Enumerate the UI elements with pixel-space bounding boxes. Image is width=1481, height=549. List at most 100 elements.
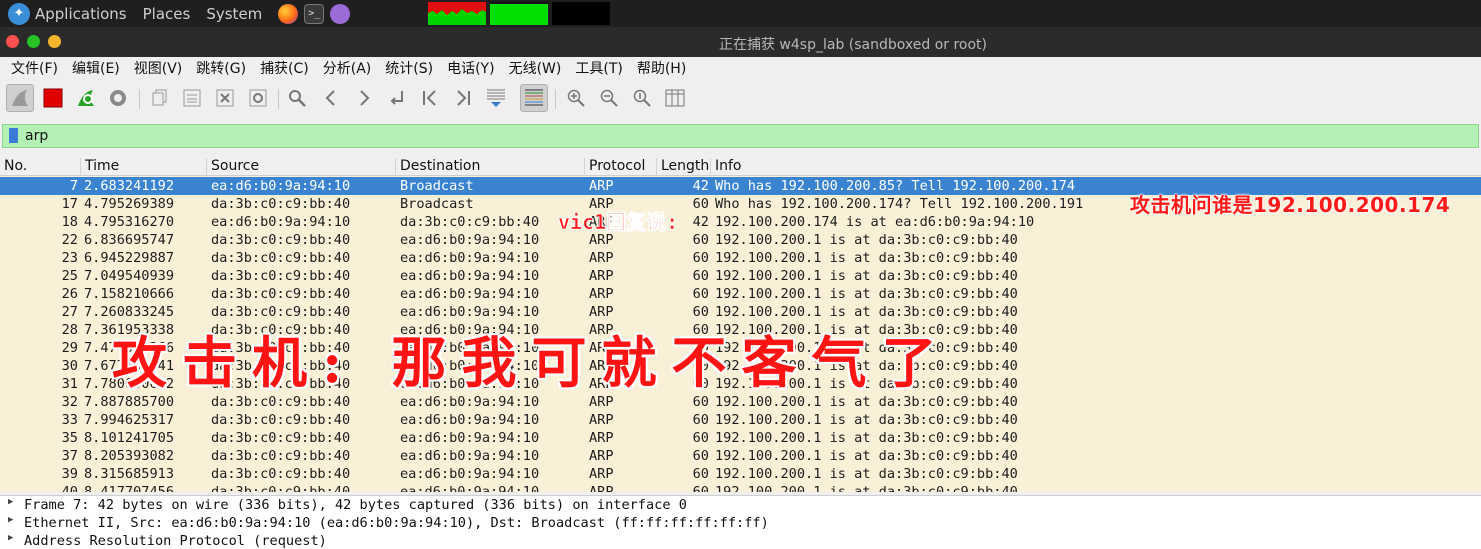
detail-text: Ethernet II, Src: ea:d6:b0:9a:94:10 (ea:… [24, 515, 769, 531]
first-packet-button[interactable] [416, 84, 444, 112]
menu-view[interactable]: 视图(V) [134, 58, 183, 78]
open-file-button[interactable] [146, 84, 174, 112]
detail-tree-item[interactable]: ▶ Frame 7: 42 bytes on wire (336 bits), 4… [0, 496, 1481, 514]
packet-cell-info: 192.100.200.174 is at ea:d6:b0:9a:94:10 [715, 214, 1035, 230]
packet-row[interactable]: 37 8.205393082 da:3b:c0:c9:bb:40 ea:d6:b0:9… [0, 447, 1481, 465]
bookmark-icon[interactable] [9, 128, 18, 143]
goto-packet-button[interactable] [383, 84, 411, 112]
save-file-button[interactable] [178, 84, 206, 112]
zoom-out-button[interactable] [595, 84, 623, 112]
expand-arrow-icon[interactable]: ▶ [8, 497, 13, 507]
packet-cell-dst: ea:d6:b0:9a:94:10 [400, 448, 540, 464]
display-filter-input[interactable] [25, 126, 1465, 146]
stop-capture-button[interactable] [39, 84, 67, 112]
packet-cell-no: 28 [61, 322, 78, 338]
packet-row[interactable]: 23 6.945229887 da:3b:c0:c9:bb:40 ea:d6:b0:9… [0, 249, 1481, 267]
packet-row[interactable]: 22 6.836695747 da:3b:c0:c9:bb:40 ea:d6:b0:9… [0, 231, 1481, 249]
reload-file-button[interactable] [244, 84, 272, 112]
packet-cell-no: 17 [61, 196, 78, 212]
menu-go[interactable]: 跳转(G) [196, 58, 246, 78]
packet-cell-len: 60 [692, 286, 709, 302]
packet-cell-len: 60 [692, 268, 709, 284]
packet-cell-no: 30 [61, 358, 78, 374]
menu-tools[interactable]: 工具(T) [575, 58, 622, 78]
packet-cell-info: 192.100.200.1 is at da:3b:c0:c9:bb:40 [715, 412, 1018, 428]
packet-cell-no: 7 [69, 178, 78, 194]
packet-cell-src: da:3b:c0:c9:bb:40 [211, 196, 351, 212]
packet-cell-no: 35 [61, 430, 78, 446]
packet-row[interactable]: 35 8.101241705 da:3b:c0:c9:bb:40 ea:d6:b0:9… [0, 429, 1481, 447]
notes-icon[interactable] [330, 3, 351, 24]
expand-arrow-icon[interactable]: ▶ [8, 515, 13, 525]
packet-cell-info: 192.100.200.1 is at da:3b:c0:c9:bb:40 [715, 286, 1018, 302]
packet-cell-len: 60 [692, 412, 709, 428]
packet-cell-src: da:3b:c0:c9:bb:40 [211, 232, 351, 248]
stop-icon [43, 88, 63, 108]
packet-cell-dst: ea:d6:b0:9a:94:10 [400, 466, 540, 482]
column-source[interactable]: Source [206, 158, 259, 176]
detail-tree-item[interactable]: ▶ Address Resolution Protocol (request) [0, 532, 1481, 549]
column-time[interactable]: Time [80, 158, 119, 176]
packet-row[interactable]: 33 7.994625317 da:3b:c0:c9:bb:40 ea:d6:b0:9… [0, 411, 1481, 429]
menu-capture[interactable]: 捕获(C) [260, 58, 309, 78]
firefox-icon[interactable] [278, 3, 299, 24]
packet-row[interactable]: 25 7.049540939 da:3b:c0:c9:bb:40 ea:d6:b0:9… [0, 267, 1481, 285]
packet-row[interactable]: 26 7.158210666 da:3b:c0:c9:bb:40 ea:d6:b0:9… [0, 285, 1481, 303]
packet-cell-info: 192.100.200.1 is at da:3b:c0:c9:bb:40 [715, 232, 1018, 248]
system-menu[interactable]: System [206, 5, 262, 23]
column-no[interactable]: No. [0, 158, 27, 176]
close-file-button[interactable] [211, 84, 239, 112]
applications-icon[interactable]: ✦ [8, 2, 30, 25]
packet-cell-proto: ARP [589, 484, 614, 492]
packet-cell-len: 60 [692, 466, 709, 482]
places-menu[interactable]: Places [143, 5, 191, 23]
menu-edit[interactable]: 编辑(E) [72, 58, 120, 78]
normal-size-button[interactable] [628, 84, 656, 112]
menu-wireless[interactable]: 无线(W) [509, 58, 562, 78]
restart-capture-button[interactable] [72, 84, 100, 112]
packet-cell-len: 60 [692, 250, 709, 266]
menu-file[interactable]: 文件(F) [11, 58, 58, 78]
next-packet-button[interactable] [350, 84, 378, 112]
menu-bar: 文件(F) 编辑(E) 视图(V) 跳转(G) 捕获(C) 分析(A) 统计(S… [0, 57, 1481, 79]
zoom-out-icon [600, 89, 618, 107]
search-icon [289, 90, 306, 107]
terminal-icon[interactable]: >_ [304, 3, 325, 24]
start-capture-button[interactable] [6, 84, 34, 112]
packet-cell-len: 42 [692, 178, 709, 194]
packet-row[interactable]: 39 8.315685913 da:3b:c0:c9:bb:40 ea:d6:b0:9… [0, 465, 1481, 483]
find-packet-button[interactable] [283, 84, 311, 112]
column-protocol[interactable]: Protocol [584, 158, 645, 176]
packet-cell-src: da:3b:c0:c9:bb:40 [211, 430, 351, 446]
detail-tree-item[interactable]: ▶ Ethernet II, Src: ea:d6:b0:9a:94:10 (ea… [0, 514, 1481, 532]
colorize-button[interactable] [520, 84, 548, 112]
previous-packet-button[interactable] [317, 84, 345, 112]
packet-cell-time: 6.945229887 [84, 250, 175, 266]
zoom-in-button[interactable] [562, 84, 590, 112]
packet-list-header: No. Time Source Destination Protocol Len… [0, 155, 1481, 176]
capture-options-button[interactable] [104, 84, 132, 112]
menu-statistics[interactable]: 统计(S) [385, 58, 433, 78]
packet-cell-no: 29 [61, 340, 78, 356]
packet-cell-proto: ARP [589, 250, 614, 266]
applications-menu[interactable]: Applications [35, 5, 127, 23]
column-length[interactable]: Length [656, 158, 709, 176]
menu-telephony[interactable]: 电话(Y) [447, 58, 494, 78]
last-packet-button[interactable] [449, 84, 477, 112]
column-info[interactable]: Info [710, 158, 742, 176]
last-icon [457, 90, 470, 106]
packet-cell-src: ea:d6:b0:9a:94:10 [211, 214, 351, 230]
resize-columns-button[interactable] [661, 84, 689, 112]
menu-help[interactable]: 帮助(H) [637, 58, 686, 78]
toolbar-separator [555, 89, 556, 109]
autoscroll-icon [487, 89, 505, 107]
autoscroll-button[interactable] [482, 84, 510, 112]
column-destination[interactable]: Destination [395, 158, 480, 176]
packet-cell-no: 32 [61, 394, 78, 410]
expand-arrow-icon[interactable]: ▶ [8, 533, 13, 543]
menu-analyze[interactable]: 分析(A) [323, 58, 372, 78]
copy-icon [152, 89, 167, 106]
colorize-icon [525, 89, 543, 106]
packet-cell-proto: ARP [589, 430, 614, 446]
packet-row[interactable]: 40 8.417707456 da:3b:c0:c9:bb:40 ea:d6:b0:9… [0, 483, 1481, 492]
